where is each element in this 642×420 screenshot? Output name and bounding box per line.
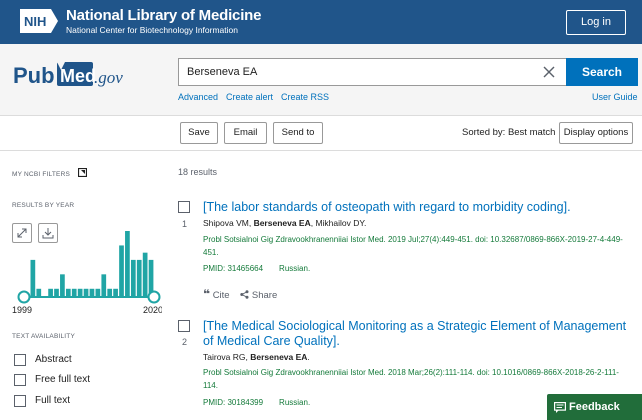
pmid-text: PMID: 31465664 — [203, 264, 264, 273]
share-icon — [240, 290, 249, 299]
year-chart-svg: 1999 2020 — [12, 231, 163, 315]
year-bar-2001[interactable] — [36, 288, 42, 296]
toolbar-divider — [0, 150, 642, 151]
author-list: Tairova RG, — [203, 352, 251, 362]
clear-icon[interactable] — [540, 63, 558, 81]
language-text: Russian. — [279, 398, 311, 407]
full-text-label[interactable]: Full text — [35, 395, 70, 406]
logo-med: Med — [60, 66, 96, 86]
year-bar-2006[interactable] — [65, 288, 71, 296]
advanced-link[interactable]: Advanced — [178, 92, 218, 102]
language-text: Russian. — [279, 264, 311, 273]
logo-gov: .gov — [94, 68, 123, 87]
results-by-year-chart[interactable]: 1999 2020 — [12, 225, 163, 315]
result-authors: Tairova RG, Berseneva EA. — [203, 352, 310, 362]
free-full-text-label[interactable]: Free full text — [35, 374, 90, 385]
year-bar-2020[interactable] — [148, 259, 154, 296]
year-bar-2005[interactable] — [60, 274, 65, 296]
my-ncbi-filters-text: MY NCBI FILTERS — [12, 171, 71, 178]
year-bar-2016[interactable] — [125, 231, 130, 296]
year-bar-2017[interactable] — [130, 259, 136, 296]
ncbi-title[interactable]: National Library of Medicine — [66, 8, 261, 24]
author-list: Shipova VM, — [203, 218, 254, 228]
year-bar-2012[interactable] — [101, 274, 107, 296]
year-slider-end-handle[interactable] — [147, 290, 161, 304]
year-end-label: 2020 — [143, 305, 162, 315]
ncbi-header: NIH National Library of Medicine Nationa… — [0, 0, 642, 44]
year-bar-2004[interactable] — [54, 288, 59, 296]
save-button[interactable]: Save — [180, 122, 218, 144]
author-highlight: Berseneva EA — [250, 352, 308, 362]
year-start-label: 1999 — [12, 305, 32, 315]
year-bar-2009[interactable] — [83, 288, 89, 296]
year-bar-2014[interactable] — [113, 288, 118, 296]
logo-pub: Pub — [13, 63, 55, 88]
nih-logo-text: NIH — [24, 14, 46, 29]
result-citation: Probl Sotsialnoi Gig Zdravookhranenniiai… — [203, 368, 619, 390]
cite-label: Cite — [212, 290, 230, 301]
share-label: Share — [251, 290, 278, 301]
create-rss-link[interactable]: Create RSS — [281, 92, 329, 102]
search-button[interactable]: Search — [566, 58, 638, 86]
year-bar-2007[interactable] — [71, 288, 77, 296]
pmid-text: PMID: 30184399 — [203, 398, 264, 407]
result-title-link[interactable]: [The Medical Sociological Monitoring as … — [203, 319, 628, 349]
abstract-label[interactable]: Abstract — [35, 354, 72, 365]
ncbi-subtitle: National Center for Biotechnology Inform… — [66, 25, 238, 35]
result-number: 2 — [182, 337, 188, 347]
result-pmid: PMID: 31465664 Russian. — [203, 264, 326, 273]
result-pmid: PMID: 30184399 Russian. — [203, 398, 326, 407]
nih-logo-icon[interactable]: NIH — [20, 9, 58, 33]
pubmed-logo[interactable]: Pub Med .gov — [13, 58, 143, 88]
send-to-button[interactable]: Send to — [273, 122, 323, 144]
author-highlight: Berseneva EA — [253, 218, 311, 228]
result-number: 1 — [182, 219, 188, 229]
result-actions: ❝ Cite Share — [203, 287, 277, 301]
year-bar-2008[interactable] — [77, 288, 83, 296]
year-bar-2000[interactable] — [30, 259, 36, 296]
search-input[interactable] — [178, 58, 567, 86]
share-button[interactable]: Share — [240, 290, 277, 301]
result-citation: Probl Sotsialnoi Gig Zdravookhranenniiai… — [203, 235, 623, 257]
year-bar-2018[interactable] — [136, 259, 142, 296]
feedback-icon — [554, 402, 566, 413]
cite-button[interactable]: ❝ Cite — [203, 287, 230, 301]
results-count: 18 results — [178, 167, 218, 177]
display-options-button[interactable]: Display options — [559, 122, 633, 144]
feedback-button[interactable]: Feedback — [547, 394, 642, 420]
year-bar-2010[interactable] — [89, 288, 95, 296]
sort-selector[interactable]: Sorted by: Best match — [462, 127, 555, 138]
free-full-text-checkbox[interactable] — [14, 374, 26, 386]
year-slider-start-handle[interactable] — [17, 290, 31, 304]
email-button[interactable]: Email — [224, 122, 267, 144]
year-bar-2003[interactable] — [48, 288, 53, 296]
user-guide-link[interactable]: User Guide — [592, 92, 638, 102]
results-by-year-label: RESULTS BY YEAR — [12, 202, 75, 209]
full-text-checkbox[interactable] — [14, 395, 26, 407]
year-bar-2013[interactable] — [107, 288, 113, 296]
quote-icon: ❝ — [203, 287, 211, 301]
login-button[interactable]: Log in — [566, 10, 626, 35]
search-zone: Pub Med .gov Search Advanced Create aler… — [0, 44, 642, 116]
result-title-link[interactable]: [The labor standards of osteopath with r… — [203, 200, 628, 215]
result-authors: Shipova VM, Berseneva EA, Mikhailov DY. — [203, 218, 366, 228]
external-link-icon[interactable] — [77, 167, 88, 178]
result-checkbox[interactable] — [178, 320, 190, 332]
feedback-label: Feedback — [569, 401, 620, 413]
result-checkbox[interactable] — [178, 201, 190, 213]
author-list-end: , Mikhailov DY. — [310, 218, 367, 228]
create-alert-link[interactable]: Create alert — [226, 92, 273, 102]
abstract-checkbox[interactable] — [14, 354, 26, 366]
year-bar-2011[interactable] — [95, 288, 101, 296]
author-list-end: . — [307, 352, 310, 362]
year-bar-2015[interactable] — [119, 245, 124, 296]
year-bar-2019[interactable] — [142, 252, 148, 296]
my-ncbi-filters-label[interactable]: MY NCBI FILTERS — [12, 167, 88, 178]
text-availability-label: TEXT AVAILABILITY — [12, 333, 76, 340]
